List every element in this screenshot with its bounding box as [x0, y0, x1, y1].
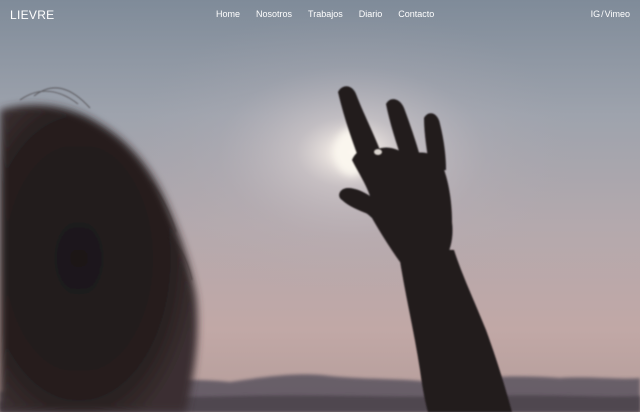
nav-link-trabajos[interactable]: Trabajos: [308, 9, 343, 19]
instagram-link[interactable]: IG: [591, 9, 601, 19]
nav-link-diario[interactable]: Diario: [359, 9, 383, 19]
vimeo-link[interactable]: Vimeo: [605, 9, 630, 19]
top-navbar: LIEVRE Home Nosotros Trabajos Diario Con…: [0, 0, 640, 30]
hero-background-image: [0, 0, 640, 412]
hero-section: LIEVRE Home Nosotros Trabajos Diario Con…: [0, 0, 640, 412]
nav-link-nosotros[interactable]: Nosotros: [256, 9, 292, 19]
nav-link-home[interactable]: Home: [216, 9, 240, 19]
social-links: IG / Vimeo: [591, 9, 630, 19]
brand-logo[interactable]: LIEVRE: [10, 8, 55, 22]
nav-link-contacto[interactable]: Contacto: [398, 9, 434, 19]
main-nav: Home Nosotros Trabajos Diario Contacto: [216, 9, 434, 19]
social-separator: /: [601, 9, 604, 19]
